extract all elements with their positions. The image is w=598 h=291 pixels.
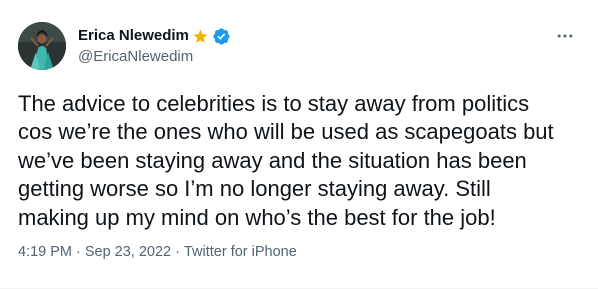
divider xyxy=(0,288,598,289)
star-icon xyxy=(192,28,209,45)
tweet-text-line: making up my mind on who’s the best for … xyxy=(18,204,496,230)
tweet-text-line: getting worse so I’m no longer staying a… xyxy=(18,176,491,202)
tweet-time[interactable]: 4:19 PM xyxy=(18,244,72,260)
tweet-card: Erica Nlewedim @EricaNlewedim The advice… xyxy=(0,0,598,291)
separator-dot: · xyxy=(76,244,81,260)
author-handle[interactable]: @EricaNlewedim xyxy=(78,47,231,67)
tweet-text-line: The advice to celebrities is to stay awa… xyxy=(18,91,530,116)
tweet-text: The advice to celebrities is to stay awa… xyxy=(18,90,584,232)
more-options-button[interactable] xyxy=(550,24,580,48)
tweet-source[interactable]: Twitter for iPhone xyxy=(184,244,297,260)
tweet-text-line: we’ve been staying away and the situatio… xyxy=(18,147,527,173)
tweet-metadata: 4:19 PM · Sep 23, 2022 · Twitter for iPh… xyxy=(18,244,297,260)
author-display-name[interactable]: Erica Nlewedim xyxy=(78,26,189,46)
author-name-row[interactable]: Erica Nlewedim xyxy=(78,26,231,46)
tweet-date[interactable]: Sep 23, 2022 xyxy=(85,244,171,260)
more-horizontal-icon xyxy=(557,34,573,38)
tweet-text-line: cos we’re the ones who will be used as s… xyxy=(18,119,554,145)
author-avatar[interactable] xyxy=(18,22,66,70)
author-info: Erica Nlewedim @EricaNlewedim xyxy=(78,26,231,67)
separator-dot: · xyxy=(175,244,180,260)
verified-badge-icon xyxy=(212,27,231,46)
profile-photo-icon xyxy=(18,22,66,70)
